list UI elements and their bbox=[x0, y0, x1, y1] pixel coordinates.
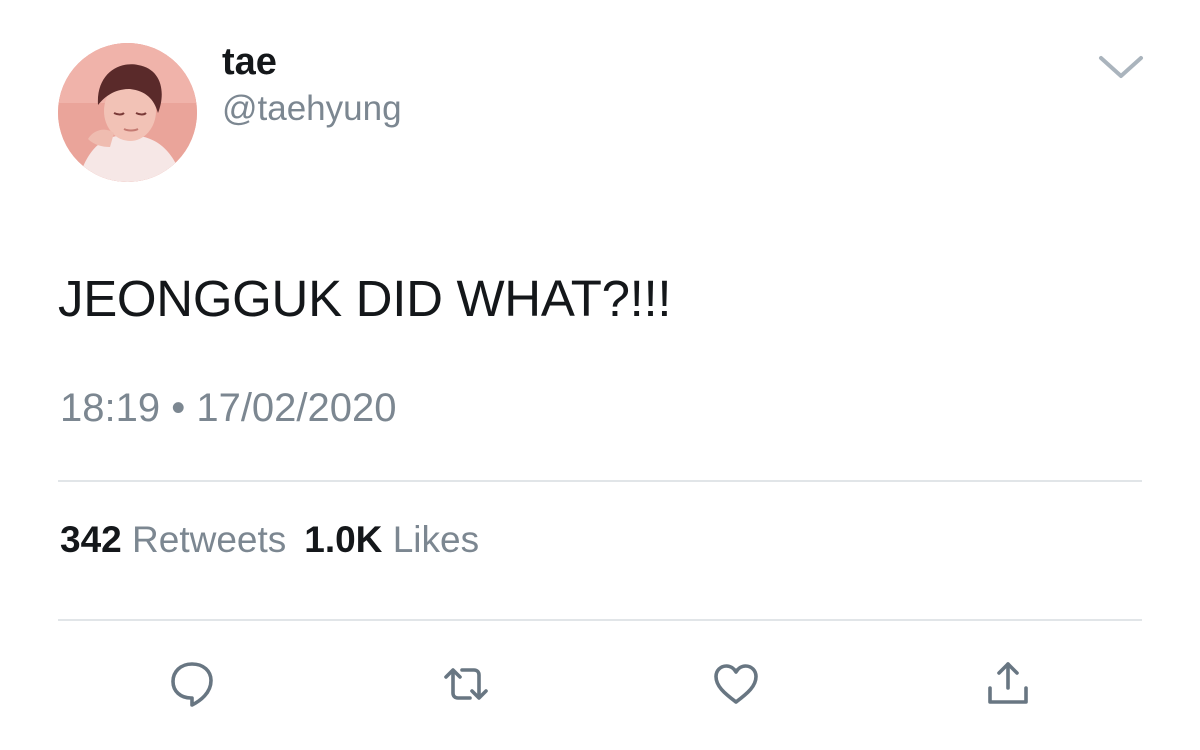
retweet-icon bbox=[444, 668, 488, 700]
likes-count: 1.0K bbox=[304, 519, 383, 560]
share-button[interactable] bbox=[982, 658, 1034, 710]
retweets-label: Retweets bbox=[132, 519, 287, 560]
like-button[interactable] bbox=[710, 658, 762, 710]
avatar[interactable] bbox=[58, 43, 197, 182]
retweets-count: 342 bbox=[60, 519, 122, 560]
likes-stat[interactable]: 1.0K Likes bbox=[304, 519, 479, 560]
reply-button[interactable] bbox=[166, 658, 218, 710]
reply-icon bbox=[171, 662, 213, 707]
divider bbox=[58, 480, 1142, 482]
tweet-stats: 342 Retweets 1.0K Likes bbox=[60, 518, 479, 562]
author-display-name[interactable]: tae bbox=[222, 40, 277, 84]
retweet-button[interactable] bbox=[440, 658, 492, 710]
share-icon bbox=[988, 662, 1028, 704]
likes-label: Likes bbox=[392, 519, 480, 560]
avatar-image bbox=[58, 43, 197, 182]
divider bbox=[58, 619, 1142, 621]
author-handle[interactable]: @taehyung bbox=[222, 88, 402, 130]
tweet-card: tae @taehyung JEONGGUK DID WHAT?!!! 18:1… bbox=[0, 0, 1200, 750]
heart-icon bbox=[714, 664, 758, 704]
chevron-down-icon[interactable] bbox=[1097, 52, 1145, 82]
tweet-timestamp[interactable]: 18:19 • 17/02/2020 bbox=[60, 384, 397, 432]
retweets-stat[interactable]: 342 Retweets bbox=[60, 519, 286, 560]
tweet-text: JEONGGUK DID WHAT?!!! bbox=[58, 270, 672, 327]
